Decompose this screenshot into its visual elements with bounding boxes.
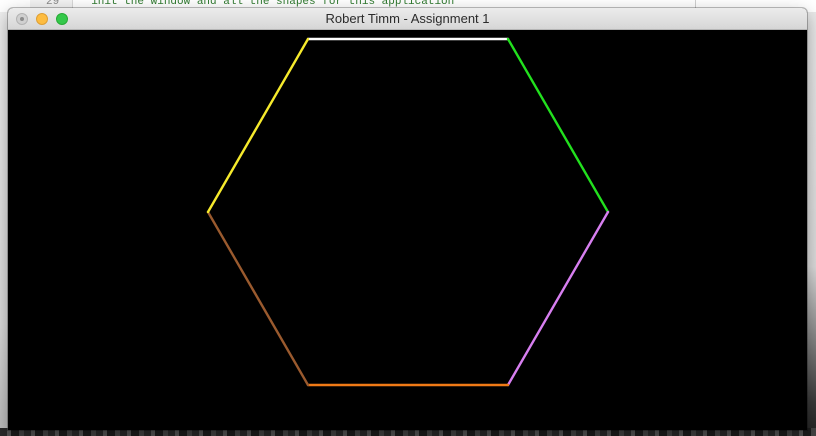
desktop: 29 * init the window and all the shapes … [0, 0, 816, 436]
background-right-strip [806, 12, 816, 436]
canvas-background [8, 30, 807, 430]
hexagon-drawing [8, 30, 807, 430]
app-window: Robert Timm - Assignment 1 [8, 8, 807, 430]
window-title: Robert Timm - Assignment 1 [325, 11, 490, 26]
window-titlebar[interactable]: Robert Timm - Assignment 1 [8, 8, 807, 30]
drawing-canvas [8, 30, 807, 430]
background-left-strip [0, 12, 8, 428]
